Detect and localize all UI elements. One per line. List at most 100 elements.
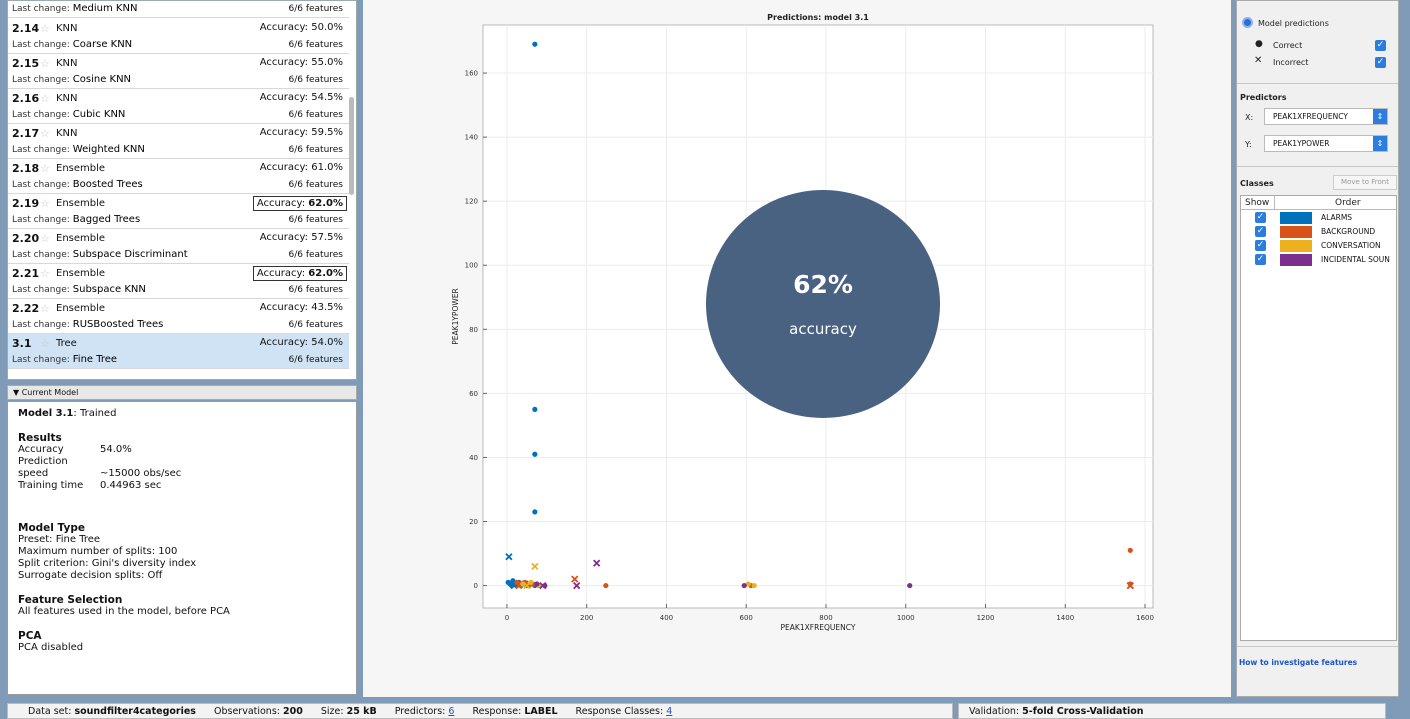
- favorite-star-icon[interactable]: ☆: [40, 267, 50, 280]
- model-type-line: Maximum number of splits: 100: [18, 546, 178, 557]
- y-predictor-dropdown[interactable]: PEAK1YPOWER ⇕: [1264, 135, 1388, 152]
- x-predictor-dropdown[interactable]: PEAK1XFREQUENCY ⇕: [1264, 108, 1388, 125]
- data-point-correct[interactable]: [532, 509, 538, 515]
- favorite-star-icon[interactable]: ☆: [40, 302, 50, 315]
- current-model-panel: Model 3.1: Trained Results Accuracy 54.0%…: [7, 401, 357, 695]
- class-show-checkbox[interactable]: ✓: [1255, 212, 1266, 223]
- accuracy-label: Accuracy:: [259, 57, 309, 68]
- last-change-value: Cosine KNN: [72, 74, 132, 85]
- move-to-front-button[interactable]: Move to Front: [1333, 175, 1397, 190]
- accuracy-badge: 62% accuracy: [706, 190, 940, 418]
- favorite-star-icon[interactable]: ☆: [40, 22, 50, 35]
- model-accuracy: Accuracy: 43.5%: [260, 302, 343, 313]
- model-accuracy: Accuracy: 62.0%: [252, 266, 347, 281]
- model-list-item[interactable]: 2.18 ☆ Ensemble Last change: Boosted Trees Ac…: [8, 159, 349, 194]
- model-history-list[interactable]: 2.13☆KNNLast change:Medium KNNAccuracy: …: [7, 0, 357, 380]
- accuracy-label: Accuracy:: [259, 302, 309, 313]
- validation-bar: Validation: 5-fold Cross-Validation: [958, 703, 1386, 719]
- last-change-label: Last change:: [12, 180, 70, 190]
- last-change: Last change: Coarse KNN: [12, 39, 132, 50]
- class-show-checkbox[interactable]: ✓: [1255, 226, 1266, 237]
- favorite-star-icon[interactable]: ☆: [40, 127, 50, 140]
- model-list-item[interactable]: 2.20 ☆ Ensemble Last change: Subspace Discri…: [8, 229, 349, 264]
- feature-count: 6/6 features: [288, 320, 343, 330]
- model-list-item[interactable]: 2.13☆KNNLast change:Medium KNNAccuracy: …: [8, 1, 349, 18]
- pca-heading: PCA: [18, 630, 42, 642]
- correct-checkbox[interactable]: ✓: [1375, 40, 1386, 51]
- size-value: 25 kB: [346, 706, 377, 717]
- class-name: CONVERSATION: [1321, 241, 1381, 250]
- class-row[interactable]: ✓ CONVERSATION: [1241, 240, 1398, 252]
- model-predictions-radio[interactable]: [1242, 17, 1253, 28]
- data-point-correct[interactable]: [907, 582, 913, 589]
- model-list-item[interactable]: 3.1 ☆ Tree Last change: Fine Tree Accuracy: 5…: [8, 334, 349, 369]
- model-id: 2.20: [12, 232, 40, 245]
- x-tick-label: 1400: [1056, 614, 1074, 622]
- model-type: KNN: [56, 23, 78, 34]
- feature-count: 6/6 features: [288, 285, 343, 295]
- class-color-swatch[interactable]: [1280, 254, 1312, 266]
- predictors-heading: Predictors: [1240, 93, 1287, 102]
- incorrect-checkbox[interactable]: ✓: [1375, 57, 1386, 68]
- model-list-item[interactable]: 2.15 ☆ KNN Last change: Cosine KNN Accuracy: …: [8, 54, 349, 89]
- class-color-swatch[interactable]: [1280, 212, 1312, 224]
- favorite-star-icon[interactable]: ☆: [40, 57, 50, 70]
- class-color-swatch[interactable]: [1280, 240, 1312, 252]
- data-point-correct[interactable]: [532, 406, 538, 412]
- data-point-correct[interactable]: [542, 582, 548, 589]
- feature-count: 6/6 features: [288, 355, 343, 365]
- last-change: Last change: Medium KNN: [12, 3, 137, 14]
- favorite-star-icon[interactable]: ☆: [40, 162, 50, 175]
- list-scrollbar[interactable]: [349, 97, 354, 195]
- dropdown-arrow-icon: ⇕: [1373, 136, 1387, 151]
- y-label: Y:: [1245, 140, 1252, 149]
- favorite-star-icon[interactable]: ☆: [40, 337, 50, 350]
- accuracy-value: 43.5%: [311, 302, 343, 313]
- response-classes-link[interactable]: 4: [666, 706, 672, 717]
- model-list-item[interactable]: 2.16 ☆ KNN Last change: Cubic KNN Accuracy: 5…: [8, 89, 349, 124]
- favorite-star-icon[interactable]: ☆: [40, 232, 50, 245]
- data-point-correct[interactable]: [1127, 547, 1133, 553]
- data-point-correct[interactable]: [534, 581, 540, 587]
- badge-value: 62%: [793, 270, 853, 299]
- model-title: Model 3.1: Trained: [18, 408, 346, 420]
- correct-label: Correct: [1273, 41, 1303, 50]
- data-point-correct[interactable]: [741, 582, 747, 589]
- model-list-item[interactable]: 2.14 ☆ KNN Last change: Coarse KNN Accuracy: …: [8, 19, 349, 54]
- model-accuracy: Accuracy: 54.0%: [260, 337, 343, 348]
- model-accuracy: Accuracy: 62.0%: [252, 196, 347, 211]
- class-show-checkbox[interactable]: ✓: [1255, 254, 1266, 265]
- data-point-correct[interactable]: [603, 582, 609, 589]
- y-tick-label: 60: [469, 390, 478, 398]
- last-change: Last change: Cosine KNN: [12, 74, 131, 85]
- current-model-header[interactable]: ▼ Current Model: [7, 385, 357, 400]
- model-type-line: Preset: Fine Tree: [18, 534, 101, 545]
- class-row[interactable]: ✓ INCIDENTAL SOUN: [1241, 254, 1398, 266]
- last-change-label: Last change:: [12, 355, 70, 365]
- model-accuracy: Accuracy: 50.0%: [260, 22, 343, 33]
- model-accuracy: Accuracy: 57.5%: [260, 232, 343, 243]
- x-tick-label: 1600: [1136, 614, 1154, 622]
- model-list-item[interactable]: 2.21 ☆ Ensemble Last change: Subspace KNN Acc…: [8, 264, 349, 299]
- accuracy-value: 54.0%: [100, 444, 132, 455]
- class-show-checkbox[interactable]: ✓: [1255, 240, 1266, 251]
- investigate-features-link[interactable]: How to investigate features: [1239, 658, 1357, 667]
- data-point-correct[interactable]: [532, 451, 538, 457]
- class-row[interactable]: ✓ BACKGROUND: [1241, 226, 1398, 238]
- class-color-swatch[interactable]: [1280, 226, 1312, 238]
- data-point-correct[interactable]: [532, 41, 538, 47]
- model-type: KNN: [56, 58, 78, 69]
- model-list-item[interactable]: 2.19 ☆ Ensemble Last change: Bagged Trees Acc…: [8, 194, 349, 229]
- x-tick-label: 1000: [897, 614, 915, 622]
- predictors-link[interactable]: 6: [448, 706, 454, 717]
- model-accuracy: Accuracy: 59.5%: [260, 127, 343, 138]
- favorite-star-icon[interactable]: ☆: [40, 197, 50, 210]
- last-change-label: Last change:: [12, 4, 70, 14]
- class-row[interactable]: ✓ ALARMS: [1241, 212, 1398, 224]
- data-point-correct[interactable]: [751, 582, 757, 589]
- last-change: Last change: Bagged Trees: [12, 214, 140, 225]
- favorite-star-icon[interactable]: ☆: [40, 92, 50, 105]
- status-predictors: Predictors: 6: [395, 706, 455, 717]
- model-list-item[interactable]: 2.22 ☆ Ensemble Last change: RUSBoosted Tree…: [8, 299, 349, 334]
- model-list-item[interactable]: 2.17 ☆ KNN Last change: Weighted KNN Accuracy…: [8, 124, 349, 159]
